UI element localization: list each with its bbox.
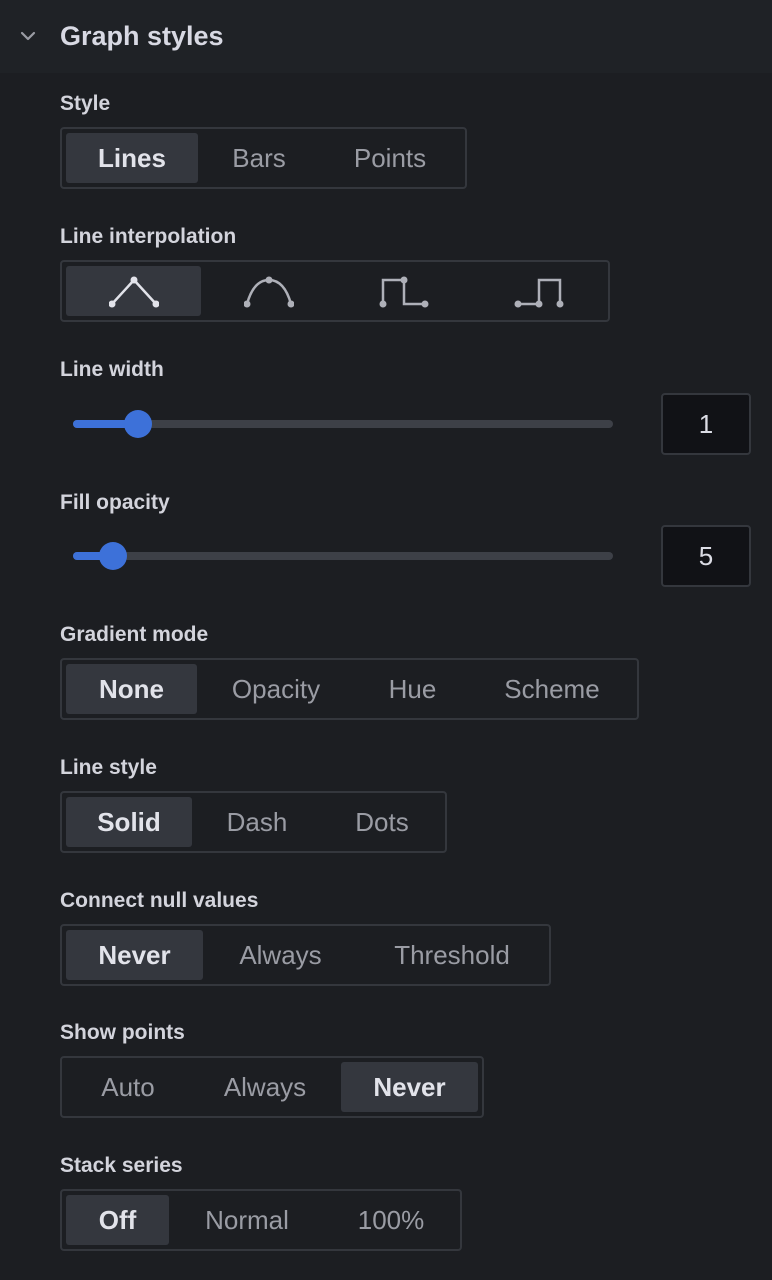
line-style-radio-group: Solid Dash Dots bbox=[60, 791, 447, 853]
gradient-option-scheme[interactable]: Scheme bbox=[470, 664, 634, 714]
show-points-option-never[interactable]: Never bbox=[341, 1062, 478, 1112]
gradient-option-none[interactable]: None bbox=[66, 664, 197, 714]
connect-null-option-threshold[interactable]: Threshold bbox=[358, 930, 546, 980]
step-before-icon bbox=[379, 276, 428, 308]
style-radio-group: Lines Bars Points bbox=[60, 127, 467, 189]
line-width-slider-track[interactable] bbox=[73, 420, 613, 428]
style-option-lines[interactable]: Lines bbox=[66, 133, 198, 183]
fill-opacity-label: Fill opacity bbox=[60, 491, 170, 514]
chevron-down-icon[interactable] bbox=[18, 26, 38, 46]
linear-icon bbox=[108, 276, 159, 308]
stack-series-radio-group: Off Normal 100% bbox=[60, 1189, 462, 1251]
interpolation-step-before-option[interactable] bbox=[336, 266, 471, 316]
connect-null-option-never[interactable]: Never bbox=[66, 930, 203, 980]
stack-series-option-normal[interactable]: Normal bbox=[169, 1195, 325, 1245]
gradient-mode-radio-group: None Opacity Hue Scheme bbox=[60, 658, 639, 720]
show-points-label: Show points bbox=[60, 1021, 185, 1044]
stack-series-option-off[interactable]: Off bbox=[66, 1195, 169, 1245]
line-width-label: Line width bbox=[60, 358, 164, 381]
line-interpolation-radio-group bbox=[60, 260, 610, 322]
gradient-option-opacity[interactable]: Opacity bbox=[197, 664, 355, 714]
line-style-label: Line style bbox=[60, 756, 157, 779]
interpolation-smooth-option[interactable] bbox=[201, 266, 336, 316]
line-style-option-dots[interactable]: Dots bbox=[322, 797, 442, 847]
connect-null-values-radio-group: Never Always Threshold bbox=[60, 924, 551, 986]
stack-series-label: Stack series bbox=[60, 1154, 183, 1177]
step-after-icon bbox=[514, 278, 563, 308]
line-width-input[interactable]: 1 bbox=[661, 393, 751, 455]
style-option-points[interactable]: Points bbox=[320, 133, 460, 183]
smooth-icon bbox=[243, 276, 294, 308]
interpolation-step-after-option[interactable] bbox=[471, 266, 606, 316]
gradient-option-hue[interactable]: Hue bbox=[355, 664, 470, 714]
show-points-option-always[interactable]: Always bbox=[190, 1062, 340, 1112]
fill-opacity-input[interactable]: 5 bbox=[661, 525, 751, 587]
style-label: Style bbox=[60, 92, 111, 115]
section-header[interactable]: Graph styles bbox=[0, 0, 772, 73]
fill-opacity-slider-track[interactable] bbox=[73, 552, 613, 560]
line-interpolation-label: Line interpolation bbox=[60, 225, 237, 248]
show-points-option-auto[interactable]: Auto bbox=[66, 1062, 190, 1112]
interpolation-linear-option[interactable] bbox=[66, 266, 201, 316]
line-width-slider-handle[interactable] bbox=[124, 410, 153, 438]
section-title: Graph styles bbox=[60, 21, 224, 51]
show-points-radio-group: Auto Always Never bbox=[60, 1056, 484, 1118]
fill-opacity-slider-handle[interactable] bbox=[98, 542, 127, 570]
line-style-option-dash[interactable]: Dash bbox=[192, 797, 322, 847]
style-option-bars[interactable]: Bars bbox=[198, 133, 320, 183]
connect-null-option-always[interactable]: Always bbox=[203, 930, 358, 980]
connect-null-values-label: Connect null values bbox=[60, 889, 259, 912]
stack-series-option-100[interactable]: 100% bbox=[325, 1195, 457, 1245]
line-style-option-solid[interactable]: Solid bbox=[66, 797, 192, 847]
gradient-mode-label: Gradient mode bbox=[60, 623, 209, 646]
